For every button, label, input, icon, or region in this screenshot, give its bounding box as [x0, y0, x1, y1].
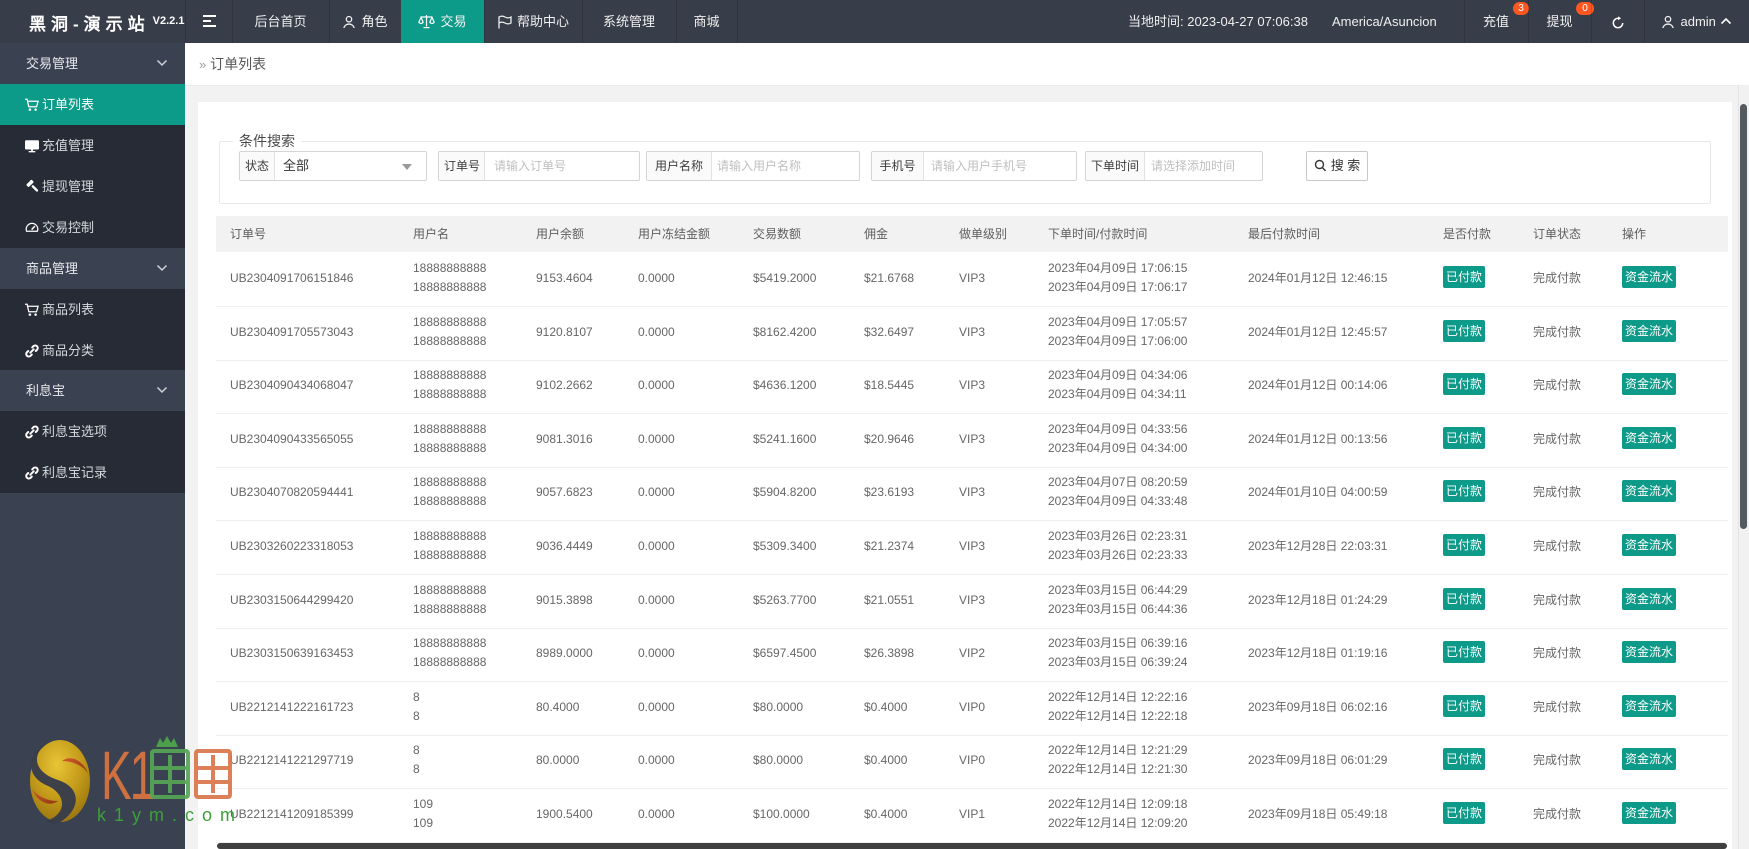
svg-text:K1: K1 — [101, 738, 153, 814]
svg-text:k1ym.com: k1ym.com — [97, 805, 243, 825]
